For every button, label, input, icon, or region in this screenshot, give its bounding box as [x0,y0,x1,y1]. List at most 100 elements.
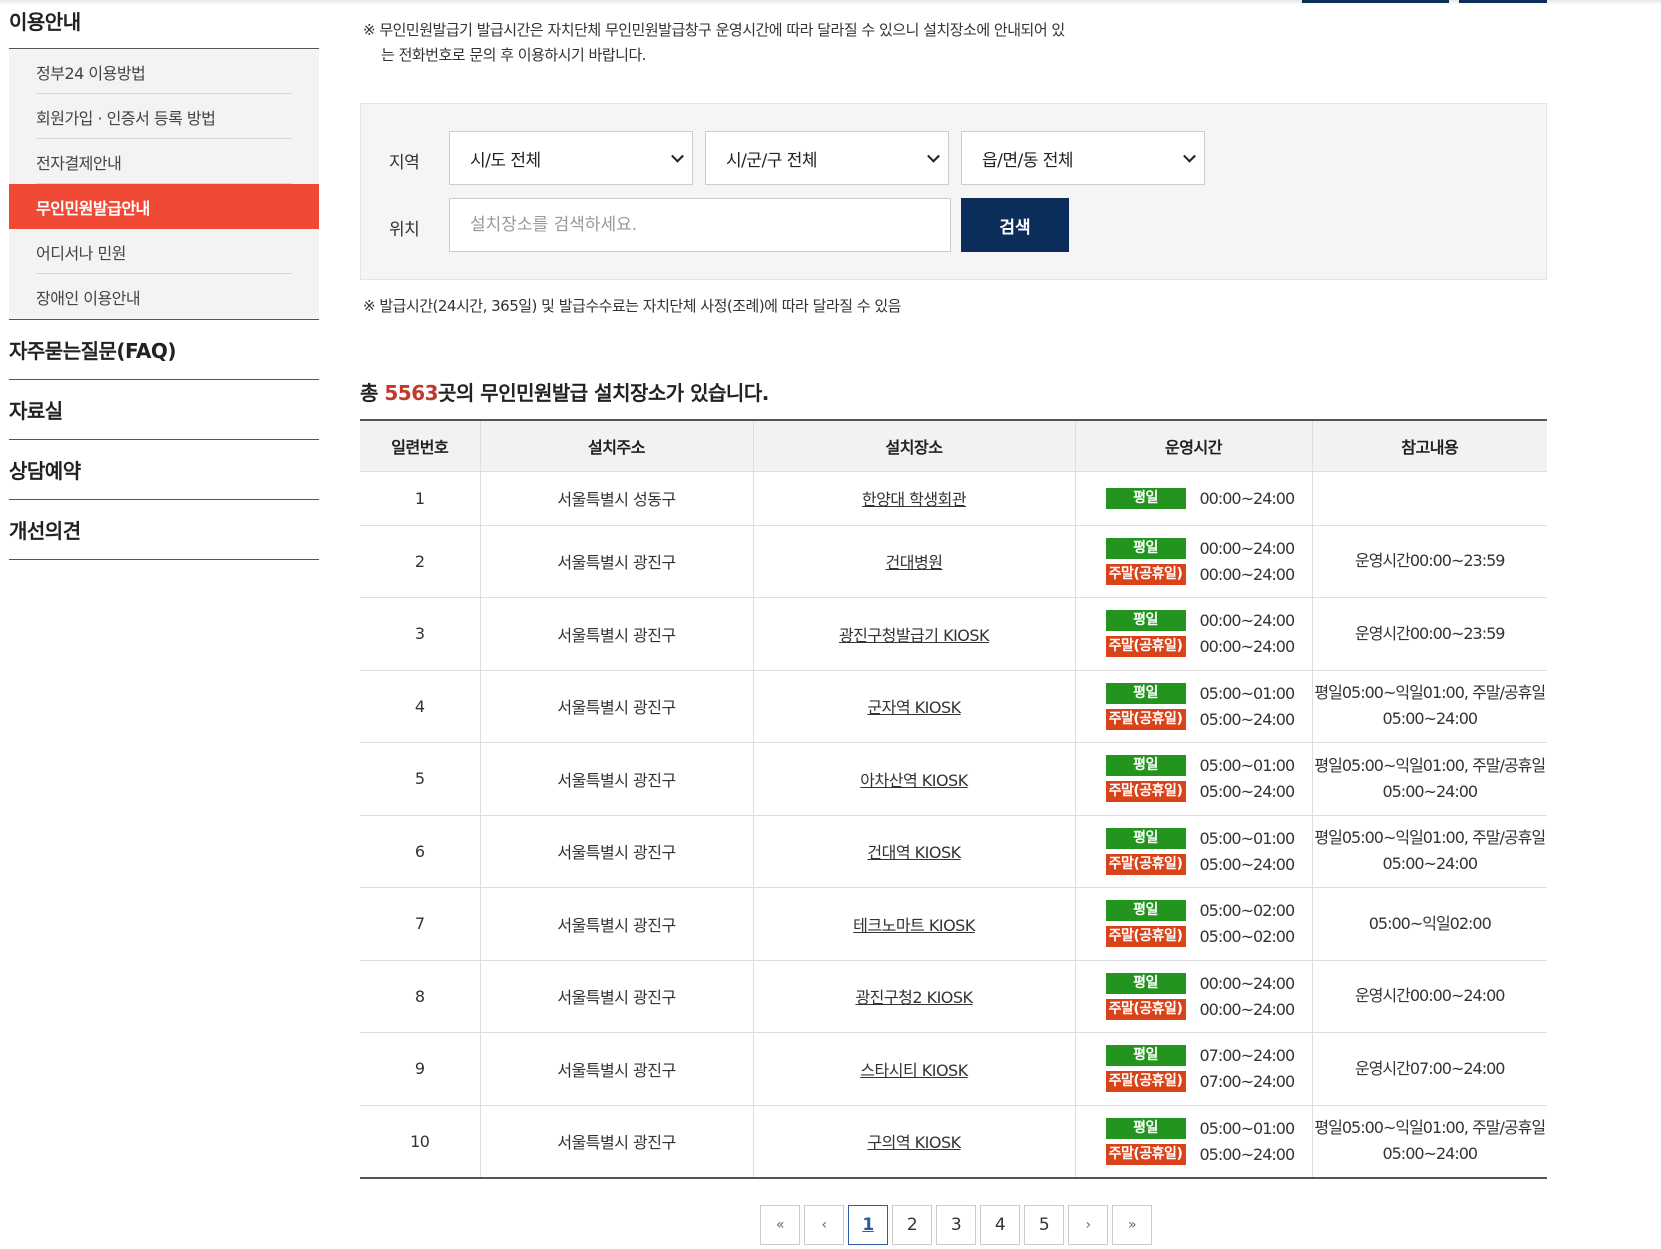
cell-hours: 평일 05:00~02:00 주말(공휴일) 05:00~02:00 [1074,887,1312,960]
next-page-button[interactable]: › [1068,1205,1108,1245]
place-link[interactable]: 스타시티 KIOSK [860,1061,968,1080]
column-header: 일련번호 [360,420,480,472]
weekday-badge: 평일 [1105,1045,1186,1067]
first-page-button[interactable]: « [760,1205,800,1245]
top-button-underline [1459,0,1547,3]
weekend-time: 05:00~24:00 [1199,854,1296,874]
cell-number: 2 [360,524,480,598]
sidebar-item[interactable]: 전자결제안내 [9,139,319,184]
column-header: 설치장소 [752,420,1075,472]
weekday-time: 00:00~24:00 [1199,611,1296,631]
sidebar-item[interactable]: 어디서나 민원 [9,229,319,274]
sidebar-item[interactable]: 장애인 이용안내 [9,274,319,319]
cell-number: 8 [360,959,480,1033]
table-row: 10 서울특별시 광진구 구의역 KIOSK 평일 05:00~01:00 주말(공휴일)… [360,1104,1547,1178]
weekend-badge: 주말(공휴일) [1105,636,1186,658]
hours-group: 평일 00:00~24:00 [1076,487,1312,509]
sidebar-item[interactable]: 무인민원발급안내 [9,184,319,229]
search-button[interactable]: 검색 [961,198,1069,252]
place-link[interactable]: 한양대 학생회관 [862,490,967,509]
pagination: «‹ 1 2 3 4 5 ›» [760,1205,1152,1245]
page-button[interactable]: 1 [848,1205,888,1245]
weekend-hours: 주말(공휴일) 05:00~24:00 [1105,1143,1295,1165]
cell-number: 1 [360,470,480,525]
cell-remark: 평일05:00~익일01:00, 주말/공휴일 05:00~24:00 [1311,1104,1547,1178]
place-link[interactable]: 광진구청발급기 KIOSK [839,626,990,645]
page-button[interactable]: 4 [980,1205,1020,1245]
sidebar-menu-item[interactable]: 자료실 [9,380,319,440]
remark-text: 운영시간00:00~24:00 [1354,986,1506,1006]
cell-hours: 평일 05:00~01:00 주말(공휴일) 05:00~24:00 [1074,1104,1312,1178]
cell-remark: 운영시간00:00~24:00 [1311,959,1547,1033]
cell-place: 한양대 학생회관 [752,470,1075,525]
cell-remark: 평일05:00~익일01:00, 주말/공휴일 05:00~24:00 [1311,669,1547,743]
weekday-time: 05:00~02:00 [1199,901,1296,921]
hours-group: 평일 00:00~24:00 주말(공휴일) 00:00~24:00 [1076,972,1312,1020]
sigungu-select-value: 시/군/구 전체 [726,150,818,171]
eupmyeondong-select-value: 읍/면/동 전체 [982,150,1074,171]
weekday-hours: 평일 00:00~24:00 [1105,537,1296,559]
weekday-badge: 평일 [1105,972,1186,994]
cell-place: 아차산역 KIOSK [752,742,1075,815]
place-link[interactable]: 광진구청2 KIOSK [855,988,973,1007]
location-label: 위치 [389,220,420,240]
weekend-badge: 주말(공휴일) [1105,1143,1186,1165]
table-row: 8 서울특별시 광진구 광진구청2 KIOSK 평일 00:00~24:00 주말(공휴일… [360,959,1547,1033]
weekday-badge: 평일 [1105,682,1186,704]
weekday-badge: 평일 [1105,487,1186,509]
remark-text: 평일05:00~익일01:00, 주말/공휴일 05:00~24:00 [1314,828,1546,874]
total-count-text: 총 5563곳의 무인민원발급 설치장소가 있습니다. [360,377,769,406]
cell-remark [1311,470,1547,525]
sidebar-item[interactable]: 정부24 이용방법 [9,49,319,94]
sido-select[interactable]: 시/도 전체 [449,131,693,185]
sigungu-select[interactable]: 시/군/구 전체 [705,131,949,185]
sidebar-submenu: 정부24 이용방법 회원가입 · 인증서 등록 방법 전자결제안내 무인민원발급안내 어… [9,49,319,319]
column-header: 설치주소 [479,420,753,472]
cell-address: 서울특별시 광진구 [479,1104,753,1178]
place-link[interactable]: 테크노마트 KIOSK [853,916,975,935]
sidebar-item[interactable]: 회원가입 · 인증서 등록 방법 [9,94,319,139]
weekday-time: 00:00~24:00 [1199,538,1296,558]
weekday-time: 05:00~01:00 [1199,1118,1296,1138]
weekday-badge: 평일 [1105,1117,1186,1139]
weekend-hours: 주말(공휴일) 00:00~24:00 [1105,998,1295,1020]
cell-place: 건대역 KIOSK [752,814,1075,888]
column-header: 참고내용 [1311,420,1547,472]
place-link[interactable]: 구의역 KIOSK [867,1133,961,1152]
weekend-badge: 주말(공휴일) [1105,926,1186,948]
place-link[interactable]: 아차산역 KIOSK [860,771,968,790]
cell-number: 4 [360,669,480,743]
place-link[interactable]: 건대역 KIOSK [867,843,961,862]
weekend-badge: 주말(공휴일) [1105,1071,1186,1093]
page-button[interactable]: 3 [936,1205,976,1245]
cell-hours: 평일 00:00~24:00 [1074,470,1312,525]
sidebar-menu-item[interactable]: 자주묻는질문(FAQ) [9,320,319,380]
table-row: 7 서울특별시 광진구 테크노마트 KIOSK 평일 05:00~02:00 주말(공휴일… [360,887,1547,960]
weekday-badge: 평일 [1105,827,1186,849]
sidebar-menu-item[interactable]: 상담예약 [9,440,319,500]
prev-page-button[interactable]: ‹ [804,1205,844,1245]
place-link[interactable]: 건대병원 [886,553,943,572]
sidebar-section-title[interactable]: 이용안내 [9,0,319,49]
table-body: 1 서울특별시 성동구 한양대 학생회관 평일 00:00~24:00 2 서울특별시 광진… [360,470,1547,1178]
weekday-badge: 평일 [1105,755,1186,777]
total-count: 5563 [384,381,439,405]
table-row: 3 서울특별시 광진구 광진구청발급기 KIOSK 평일 00:00~24:00 주말(공… [360,597,1547,670]
last-page-button[interactable]: » [1112,1205,1152,1245]
hours-group: 평일 05:00~01:00 주말(공휴일) 05:00~24:00 [1076,755,1312,803]
sidebar-menu-item[interactable]: 개선의견 [9,500,319,560]
remark-text: 평일05:00~익일01:00, 주말/공휴일 05:00~24:00 [1314,683,1546,729]
page-button[interactable]: 5 [1024,1205,1064,1245]
page-button[interactable]: 2 [892,1205,932,1245]
weekend-badge: 주말(공휴일) [1105,781,1186,803]
place-link[interactable]: 군자역 KIOSK [867,698,961,717]
cell-remark: 운영시간07:00~24:00 [1311,1032,1547,1105]
cell-address: 서울특별시 광진구 [479,1032,753,1105]
weekend-time: 07:00~24:00 [1199,1072,1296,1092]
weekday-time: 05:00~01:00 [1199,756,1296,776]
cell-place: 테크노마트 KIOSK [752,887,1075,960]
location-search-input[interactable] [449,198,951,252]
weekday-hours: 평일 05:00~01:00 [1105,1117,1296,1139]
table-row: 9 서울특별시 광진구 스타시티 KIOSK 평일 07:00~24:00 주말(공휴일)… [360,1032,1547,1105]
eupmyeondong-select[interactable]: 읍/면/동 전체 [961,131,1205,185]
